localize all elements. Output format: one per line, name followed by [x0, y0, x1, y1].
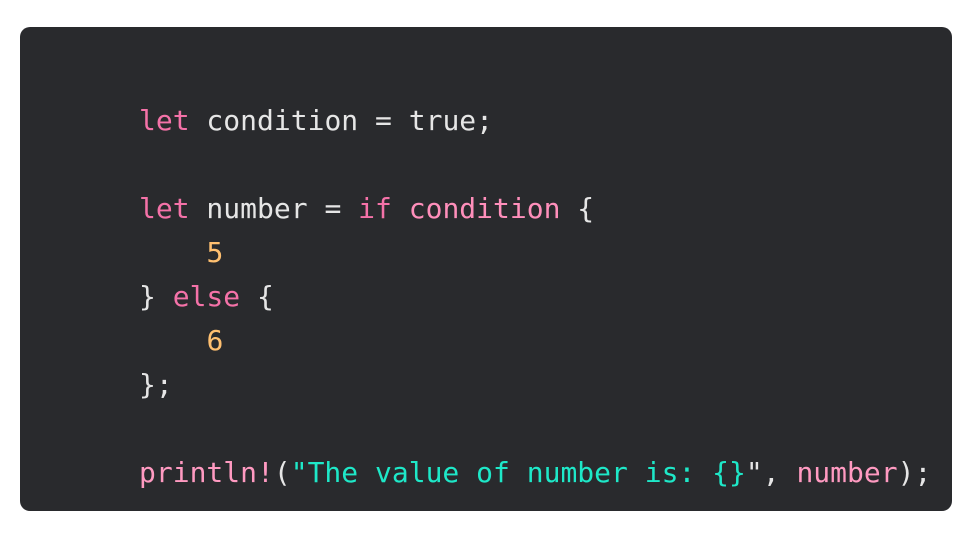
code-token-plain: {: [240, 280, 274, 313]
code-token-plain: number =: [189, 192, 359, 225]
code-token-kw: let: [139, 104, 190, 137]
code-content: let condition = true; let number = if con…: [139, 99, 931, 495]
code-token-num: 5: [206, 236, 224, 269]
code-line: 6: [139, 319, 931, 363]
code-line: };: [139, 363, 931, 407]
code-token-num: 6: [206, 324, 224, 357]
code-line: println!("The value of number is: {}", n…: [139, 451, 931, 495]
code-line: let condition = true;: [139, 99, 931, 143]
code-token-plain: {: [560, 192, 595, 225]
code-token-plain: condition = true;: [189, 104, 494, 137]
code-token-id2: condition: [408, 192, 561, 225]
code-line: } else {: [139, 275, 931, 319]
code-line: let number = if condition {: [139, 187, 931, 231]
code-token-plain: };: [139, 368, 173, 401]
code-token-plain: );: [897, 456, 932, 489]
code-token-kw: if: [358, 192, 392, 225]
code-block: let condition = true; let number = if con…: [20, 27, 952, 511]
code-token-mac: println!: [139, 456, 274, 489]
code-line: 5: [139, 231, 931, 275]
code-token-plain: ",: [745, 456, 797, 489]
code-token-mac: number: [796, 456, 898, 489]
code-token-plain: }: [139, 280, 173, 313]
code-token-str: "The value of number is: {}: [290, 456, 746, 489]
code-token-kw: else: [172, 280, 241, 313]
code-token-plain: (: [273, 456, 291, 489]
code-token-kw: let: [139, 192, 190, 225]
